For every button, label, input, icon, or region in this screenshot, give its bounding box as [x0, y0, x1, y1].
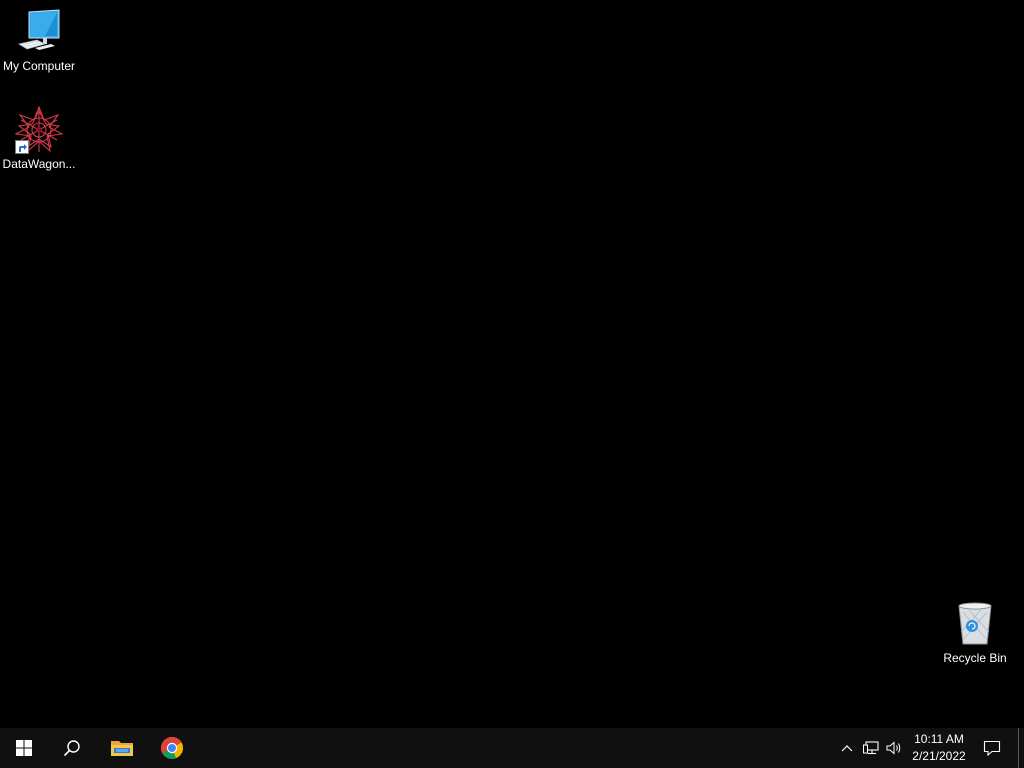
volume-icon [886, 741, 901, 755]
file-explorer-button[interactable] [98, 728, 146, 768]
folder-icon [111, 741, 133, 756]
desktop-icon-datawagon[interactable]: DataWagon... [0, 105, 78, 171]
chrome-button[interactable] [148, 728, 196, 768]
network-button[interactable] [860, 728, 882, 768]
datawagon-app-icon [14, 105, 64, 154]
show-desktop-button[interactable] [1018, 728, 1024, 768]
clock-date: 2/21/2022 [912, 749, 966, 763]
search-button[interactable] [48, 728, 96, 768]
windows-logo-icon [16, 740, 32, 756]
recycle-bin-icon [951, 600, 999, 648]
desktop-icon-my-computer[interactable]: My Computer [0, 8, 78, 73]
desktop[interactable]: My Computer DataWagon... Recycle Bin [0, 0, 1024, 728]
chrome-icon [161, 737, 183, 759]
volume-button[interactable] [884, 728, 906, 768]
taskbar: 10:11 AM 2/21/2022 [0, 728, 1024, 768]
start-button[interactable] [0, 728, 48, 768]
show-hidden-icons-button[interactable] [836, 728, 858, 768]
shortcut-arrow-icon [15, 140, 29, 154]
desktop-icon-label: DataWagon... [2, 157, 76, 171]
action-center-button[interactable] [976, 728, 1008, 768]
desktop-icon-label: My Computer [2, 59, 76, 73]
computer-icon [15, 8, 63, 56]
chevron-up-icon [841, 745, 853, 752]
desktop-icon-label: Recycle Bin [943, 651, 1007, 665]
desktop-icon-recycle-bin[interactable]: Recycle Bin [936, 600, 1014, 665]
network-icon [863, 741, 879, 755]
notification-icon [983, 740, 1001, 756]
taskbar-clock[interactable]: 10:11 AM 2/21/2022 [906, 728, 972, 768]
search-icon [63, 740, 80, 757]
clock-time: 10:11 AM [914, 732, 964, 746]
